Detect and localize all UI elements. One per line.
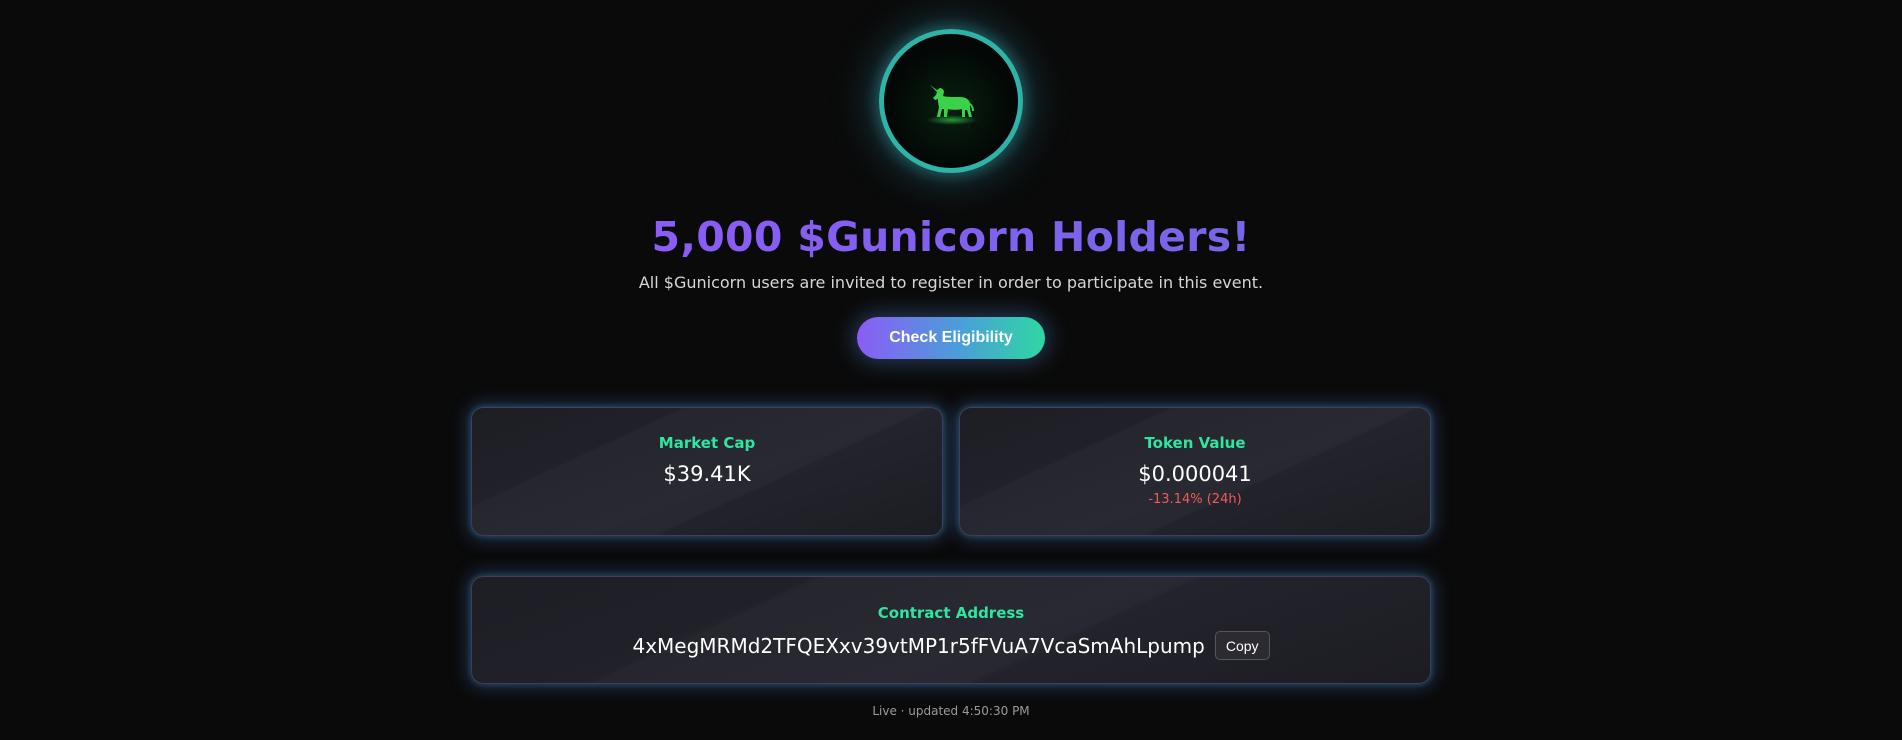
market-cap-value: $39.41K <box>663 462 751 486</box>
token-value-label: Token Value <box>1144 434 1246 452</box>
contract-address-label: Contract Address <box>877 604 1025 622</box>
logo-badge <box>879 29 1023 173</box>
page-title: 5,000 $Gunicorn Holders! <box>651 213 1251 261</box>
market-cap-label: Market Cap <box>658 434 756 452</box>
token-value-card: Token Value $0.000041 -13.14% (24h) <box>959 407 1431 536</box>
check-eligibility-button[interactable]: Check Eligibility <box>857 317 1045 359</box>
unicorn-icon <box>926 85 978 125</box>
contract-address-value[interactable]: 4xMegMRMd2TFQEXxv39vtMP1r5fFVuA7VcaSmAhL… <box>632 633 1204 659</box>
contract-address-row: 4xMegMRMd2TFQEXxv39vtMP1r5fFVuA7VcaSmAhL… <box>472 631 1430 660</box>
page: 5,000 $Gunicorn Holders! All $Gunicorn u… <box>0 0 1902 740</box>
live-update-status: Live · updated 4:50:30 PM <box>872 704 1030 718</box>
market-cap-card: Market Cap $39.41K <box>471 407 943 536</box>
stats-row: Market Cap $39.41K Token Value $0.000041… <box>471 407 1431 536</box>
copy-address-button[interactable]: Copy <box>1214 631 1270 660</box>
token-value-value: $0.000041 <box>1138 462 1252 486</box>
event-description: All $Gunicorn users are invited to regis… <box>638 273 1264 292</box>
token-value-change: -13.14% (24h) <box>1148 492 1242 507</box>
contract-address-card: Contract Address 4xMegMRMd2TFQEXxv39vtMP… <box>471 576 1431 684</box>
